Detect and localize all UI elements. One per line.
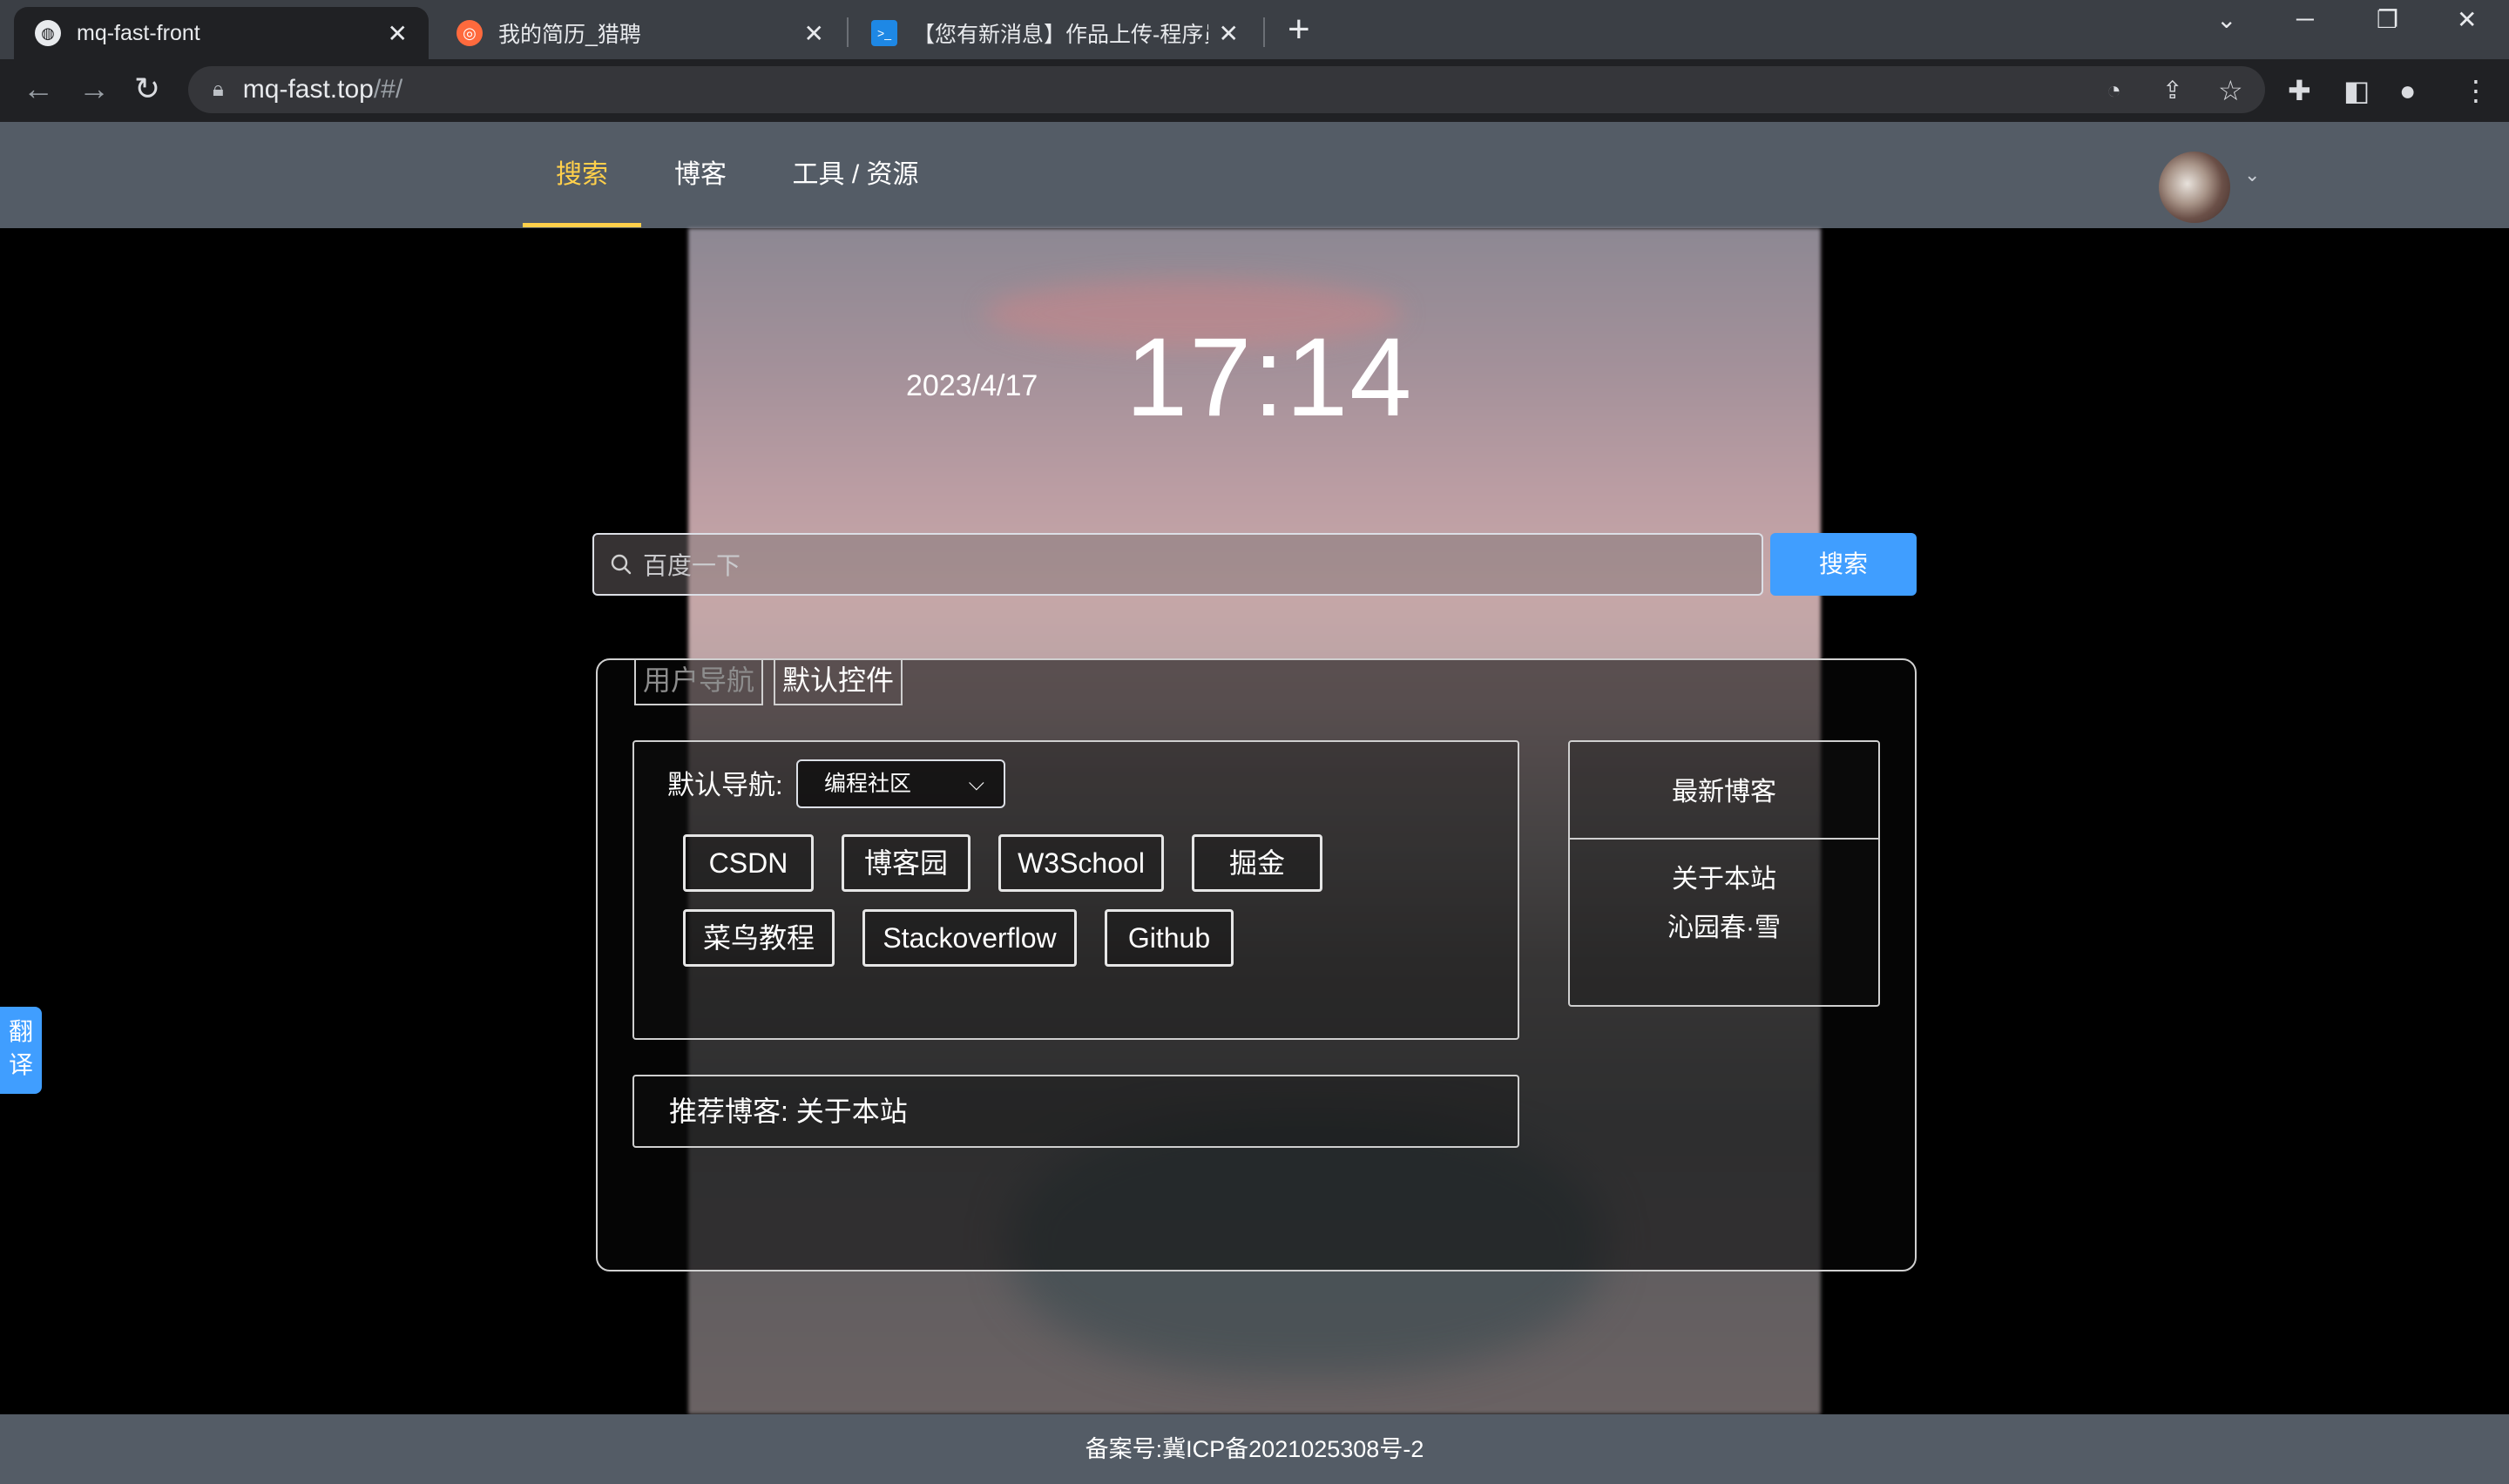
search-input[interactable]: 百度一下 bbox=[592, 533, 1763, 596]
tab-separator bbox=[1263, 17, 1265, 47]
share-icon[interactable]: ⇪ bbox=[2162, 75, 2182, 106]
extensions-puzzle-icon[interactable]: ✚ bbox=[2288, 75, 2311, 106]
url-text: mq-fast.top/#/ bbox=[243, 75, 402, 105]
browser-tab-mq-fast[interactable]: ◍ mq-fast-front ✕ bbox=[14, 7, 429, 59]
chevron-down-icon: ⌵ bbox=[968, 772, 984, 795]
avatar[interactable] bbox=[2159, 152, 2230, 223]
profile-icon[interactable]: ● bbox=[2399, 75, 2416, 106]
tab-title: 我的简历_猎聘 bbox=[498, 23, 641, 47]
tab-separator bbox=[847, 17, 849, 47]
latest-blogs-title: 最新博客 bbox=[1672, 778, 1776, 806]
icp-footer[interactable]: 备案号:冀ICP备2021025308号-2 bbox=[0, 1414, 2509, 1484]
browser-tab-strip: ◍ mq-fast-front ✕ ◎ 我的简历_猎聘 ✕ >_ 【您有新消息】… bbox=[0, 0, 2509, 59]
nav-category-value: 编程社区 bbox=[824, 772, 912, 796]
side-panel-icon[interactable]: ◧ bbox=[2343, 75, 2370, 106]
minimize-icon[interactable]: ─ bbox=[2296, 5, 2314, 33]
restore-icon[interactable]: ❐ bbox=[2377, 5, 2398, 34]
new-tab-button[interactable]: + bbox=[1288, 10, 1310, 49]
translate-char: 译 bbox=[8, 1051, 33, 1078]
tab-default-widgets[interactable]: 默认控件 bbox=[774, 658, 903, 705]
link-github[interactable]: Github bbox=[1105, 909, 1234, 967]
blog-item-about[interactable]: 关于本站 bbox=[1568, 857, 1880, 895]
link-runoob[interactable]: 菜鸟教程 bbox=[683, 909, 835, 967]
liepin-logo-icon: ◎ bbox=[456, 20, 483, 46]
url-host: mq-fast.top bbox=[242, 75, 374, 104]
link-cnblogs[interactable]: 博客园 bbox=[842, 834, 970, 892]
browser-tab-message[interactable]: >_ 【您有新消息】作品上传-程序员 ✕ bbox=[850, 7, 1260, 59]
chevron-down-icon[interactable]: ⌄ bbox=[2244, 164, 2260, 186]
menu-search[interactable]: 搜索 bbox=[523, 122, 641, 228]
current-time: 17:14 bbox=[1126, 315, 1414, 440]
blog-item-qinyuanchun[interactable]: 沁园春·雪 bbox=[1568, 906, 1880, 944]
reload-icon[interactable]: ↻ bbox=[134, 71, 160, 106]
search-icon bbox=[611, 554, 632, 575]
default-nav-label: 默认导航: bbox=[667, 770, 783, 800]
terminal-icon: >_ bbox=[871, 20, 897, 46]
performance-gauge-icon[interactable]: ◔ bbox=[2107, 75, 2121, 106]
link-juejin[interactable]: 掘金 bbox=[1192, 834, 1322, 892]
nav-category-select[interactable]: 编程社区 ⌵ bbox=[796, 759, 1005, 808]
translate-char: 翻 bbox=[8, 1018, 33, 1045]
forward-arrow-icon[interactable]: → bbox=[78, 71, 110, 106]
close-tab-icon[interactable]: ✕ bbox=[804, 19, 824, 48]
current-date: 2023/4/17 bbox=[906, 369, 1038, 402]
link-stackoverflow[interactable]: Stackoverflow bbox=[862, 909, 1077, 967]
link-csdn[interactable]: CSDN bbox=[683, 834, 814, 892]
close-tab-icon[interactable]: ✕ bbox=[1219, 19, 1239, 48]
url-path: /#/ bbox=[373, 75, 403, 104]
window-close-icon[interactable]: ✕ bbox=[2457, 5, 2477, 34]
tab-search-chevron-icon[interactable]: ⌄ bbox=[2216, 5, 2236, 34]
lock-icon: 🔒︎ bbox=[213, 78, 224, 101]
tab-user-navigation[interactable]: 用户导航 bbox=[634, 658, 764, 705]
address-bar[interactable]: 🔒︎ mq-fast.top/#/ bbox=[188, 66, 2265, 113]
more-menu-icon[interactable]: ⋮ bbox=[2462, 75, 2490, 106]
back-arrow-icon[interactable]: ← bbox=[23, 71, 54, 106]
link-w3school[interactable]: W3School bbox=[998, 834, 1164, 892]
search-button[interactable]: 搜索 bbox=[1770, 533, 1917, 596]
menu-blog[interactable]: 博客 bbox=[641, 122, 760, 228]
tab-title: 【您有新消息】作品上传-程序员 bbox=[913, 23, 1208, 47]
search-placeholder: 百度一下 bbox=[643, 552, 741, 579]
globe-icon: ◍ bbox=[35, 20, 61, 46]
bookmark-star-icon[interactable]: ☆ bbox=[2218, 75, 2243, 106]
site-header: 搜索 博客 工具 / 资源 bbox=[0, 122, 2509, 228]
menu-tools-resources[interactable]: 工具 / 资源 bbox=[760, 122, 951, 228]
close-tab-icon[interactable]: ✕ bbox=[388, 19, 408, 48]
recommended-blog[interactable]: 推荐博客: 关于本站 bbox=[632, 1075, 1519, 1148]
browser-tab-liepin[interactable]: ◎ 我的简历_猎聘 ✕ bbox=[436, 7, 845, 59]
tab-title: mq-fast-front bbox=[77, 20, 200, 45]
translate-button[interactable]: 翻 译 bbox=[0, 1007, 42, 1094]
divider bbox=[1568, 838, 1880, 840]
browser-toolbar: ← → ↻ 🔒︎ mq-fast.top/#/ ◔ ⇪ ☆ ✚ ◧ ● ⋮ bbox=[0, 59, 2509, 122]
active-menu-indicator bbox=[523, 223, 641, 227]
